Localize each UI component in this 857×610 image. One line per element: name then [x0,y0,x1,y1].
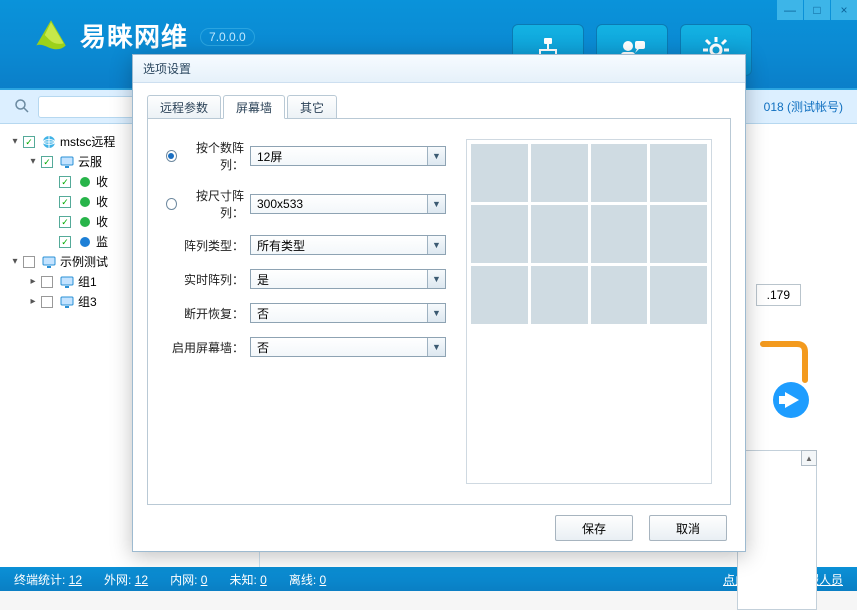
preview-cell [650,205,707,263]
enable-value: 否 [257,339,269,356]
enable-select[interactable]: 否▼ [250,337,446,357]
enable-label: 启用屏幕墙： [166,339,250,356]
restore-value: 否 [257,305,269,322]
preview-cell [531,144,588,202]
chevron-down-icon: ▼ [427,270,445,288]
save-button[interactable]: 保存 [555,515,633,541]
dialog-footer: 保存 取消 [133,505,745,551]
chevron-down-icon: ▼ [427,147,445,165]
type-label: 阵列类型： [166,237,250,254]
settings-form: 按个数阵列： 12屏 ▼ 按尺寸阵列： 300x533 ▼ 阵列类型： 所有类型 ▼ [166,139,446,484]
preview-cell [531,205,588,263]
radio-by-size[interactable] [166,198,177,210]
preview-cell [591,205,648,263]
realtime-select[interactable]: 是▼ [250,269,446,289]
preview-cell [531,266,588,324]
by-count-value: 12屏 [257,148,282,165]
chevron-down-icon: ▼ [427,338,445,356]
preview-cell [650,266,707,324]
tab-remote-params[interactable]: 远程参数 [147,95,221,119]
preview-cell [471,266,528,324]
by-count-select[interactable]: 12屏 ▼ [250,146,446,166]
cancel-button[interactable]: 取消 [649,515,727,541]
preview-cell [471,205,528,263]
restore-select[interactable]: 否▼ [250,303,446,323]
options-dialog: 选项设置 远程参数 屏幕墙 其它 按个数阵列： 12屏 ▼ 按尺寸阵列： [132,54,746,552]
by-size-label: 按尺寸阵列： [183,187,244,221]
by-size-select[interactable]: 300x533 ▼ [250,194,446,214]
type-value: 所有类型 [257,237,305,254]
chevron-down-icon: ▼ [427,195,445,213]
preview-cell [471,144,528,202]
by-count-label: 按个数阵列： [183,139,244,173]
preview-cell [591,144,648,202]
radio-by-count[interactable] [166,150,177,162]
dialog-title: 选项设置 [133,55,745,83]
grid-preview [466,139,712,484]
chevron-down-icon: ▼ [427,304,445,322]
preview-cell [650,144,707,202]
tab-panel: 按个数阵列： 12屏 ▼ 按尺寸阵列： 300x533 ▼ 阵列类型： 所有类型 ▼ [147,119,731,505]
preview-cell [591,266,648,324]
tab-other[interactable]: 其它 [287,95,337,119]
type-select[interactable]: 所有类型 ▼ [250,235,446,255]
tab-screen-wall[interactable]: 屏幕墙 [223,95,285,119]
by-size-value: 300x533 [257,197,303,211]
modal-backdrop: 选项设置 远程参数 屏幕墙 其它 按个数阵列： 12屏 ▼ 按尺寸阵列： [0,0,857,591]
chevron-down-icon: ▼ [427,236,445,254]
realtime-label: 实时阵列： [166,271,250,288]
realtime-value: 是 [257,271,269,288]
restore-label: 断开恢复： [166,305,250,322]
dialog-tabs: 远程参数 屏幕墙 其它 [147,93,731,119]
